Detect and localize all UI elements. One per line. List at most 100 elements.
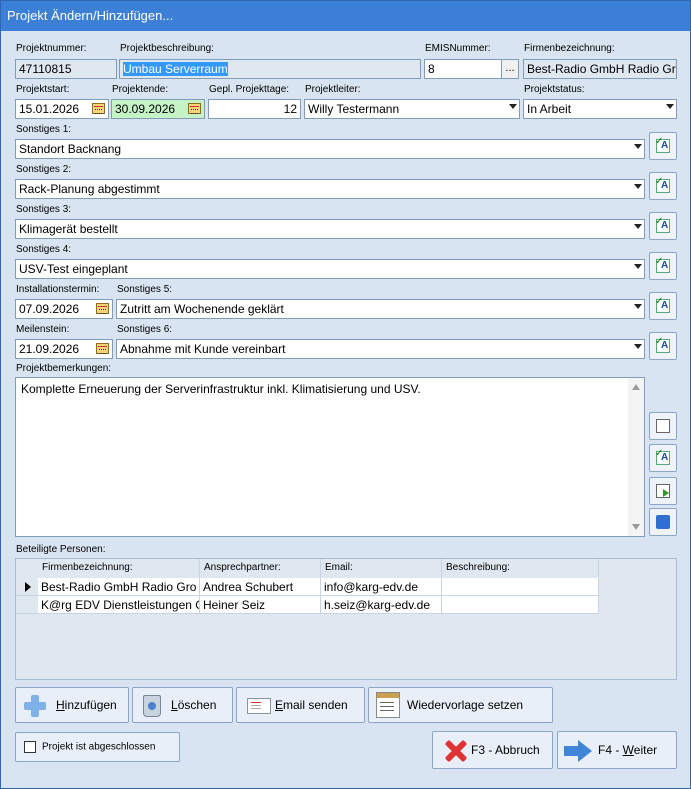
chevron-down-icon	[634, 144, 642, 149]
title-bar[interactable]: Projekt Ändern/Hinzufügen...	[1, 1, 690, 31]
label-projektbeschreibung: Projektbeschreibung:	[120, 43, 214, 54]
meilenstein-date[interactable]: 21.09.2026	[15, 339, 113, 359]
plus-icon	[24, 695, 46, 717]
installationstermin-value: 07.09.2026	[19, 302, 80, 316]
export-button[interactable]	[649, 477, 677, 505]
beteiligte-grid[interactable]: Firmenbezeichnung: Ansprechpartner: Emai…	[15, 558, 677, 680]
projektstatus-select[interactable]: In Arbeit	[523, 99, 677, 119]
label-sonstiges6: Sonstiges 6:	[117, 324, 173, 335]
row-indicator[interactable]	[16, 578, 38, 596]
edit-sonstiges2-button[interactable]	[649, 172, 677, 200]
calendar-icon[interactable]	[96, 303, 109, 314]
vertical-scrollbar[interactable]	[628, 378, 644, 536]
label-projektstart: Projektstart:	[16, 84, 70, 95]
label-sonstiges3: Sonstiges 3:	[16, 204, 72, 215]
table-row-cell[interactable]	[442, 578, 599, 596]
edit-sonstiges4-button[interactable]	[649, 252, 677, 280]
grid-header-firma[interactable]: Firmenbezeichnung:	[38, 559, 200, 577]
scroll-up-icon[interactable]	[632, 384, 640, 390]
table-row-cell[interactable]: info@karg-edv.de	[321, 578, 442, 596]
weiter-button[interactable]: F4 - Weiter	[557, 731, 677, 769]
edit-bemerkungen-button[interactable]	[649, 444, 677, 472]
edit-sonstiges1-button[interactable]	[649, 132, 677, 160]
row-indicator[interactable]	[16, 596, 38, 614]
edit-text-icon	[655, 256, 670, 273]
abgeschlossen-checkbox[interactable]	[24, 741, 36, 753]
label-projektstatus: Projektstatus:	[524, 84, 585, 95]
projektbemerkungen-textarea[interactable]: Komplette Erneuerung der Serverinfrastru…	[15, 377, 645, 537]
emis-browse-button[interactable]: ...	[501, 59, 519, 79]
grid-header-email[interactable]: Email:	[321, 559, 442, 577]
chevron-down-icon	[509, 104, 517, 109]
edit-sonstiges5-button[interactable]	[649, 292, 677, 320]
current-row-icon	[25, 582, 31, 592]
abbruch-label: F3 - Abbruch	[471, 743, 540, 757]
dialog-window: Projekt Ändern/Hinzufügen... Projektnumm…	[0, 0, 691, 789]
projektleiter-select[interactable]: Willy Testermann	[304, 99, 520, 119]
grid-header-beschreibung[interactable]: Beschreibung:	[442, 559, 599, 577]
hinzufuegen-label: Hinzufügen	[56, 698, 117, 712]
calendar-icon[interactable]	[92, 103, 105, 114]
projektstart-date[interactable]: 15.01.2026	[15, 99, 109, 119]
label-meilenstein: Meilenstein:	[16, 324, 70, 335]
chevron-down-icon	[634, 344, 642, 349]
edit-text-icon	[655, 448, 670, 465]
sonstiges6-select[interactable]: Abnahme mit Kunde vereinbart	[116, 339, 645, 359]
copy-icon	[656, 419, 670, 433]
emisnummer-field[interactable]: 8	[424, 59, 502, 79]
projektnummer-field[interactable]: 47110815	[15, 59, 117, 79]
projektstart-value: 15.01.2026	[19, 102, 80, 116]
firmenbezeichnung-field[interactable]: Best-Radio GmbH Radio Gro	[523, 59, 677, 79]
email-senden-button[interactable]: Email senden	[236, 687, 365, 723]
label-firmenbezeichnung: Firmenbezeichnung:	[524, 43, 615, 54]
scroll-down-icon[interactable]	[632, 524, 640, 530]
wiedervorlage-label: Wiedervorlage setzen	[407, 698, 524, 712]
projektstatus-value: In Arbeit	[527, 102, 572, 116]
sonstiges3-select[interactable]: Klimagerät bestellt	[15, 219, 645, 239]
table-row-cell[interactable]	[442, 596, 599, 614]
label-installationstermin: Installationstermin:	[16, 284, 100, 295]
label-projektbemerkungen: Projektbemerkungen:	[16, 363, 112, 374]
sonstiges5-select[interactable]: Zutritt am Wochenende geklärt	[116, 299, 645, 319]
table-row-cell[interactable]: K@rg EDV Dienstleistungen G	[38, 596, 200, 614]
table-row-cell[interactable]: h.seiz@karg-edv.de	[321, 596, 442, 614]
word-button[interactable]	[649, 508, 677, 536]
copy-button[interactable]	[649, 412, 677, 440]
sonstiges3-value: Klimagerät bestellt	[19, 222, 118, 236]
calendar-icon[interactable]	[188, 103, 201, 114]
edit-sonstiges6-button[interactable]	[649, 332, 677, 360]
table-row-cell[interactable]: Heiner Seiz	[200, 596, 321, 614]
label-projektende: Projektende:	[112, 84, 169, 95]
arrow-right-icon	[564, 740, 594, 762]
mail-icon	[247, 698, 271, 714]
chevron-down-icon	[634, 224, 642, 229]
wiedervorlage-button[interactable]: Wiedervorlage setzen	[368, 687, 553, 723]
export-icon	[656, 484, 670, 498]
close-icon	[443, 738, 467, 762]
edit-sonstiges3-button[interactable]	[649, 212, 677, 240]
abgeschlossen-checkbox-container[interactable]: Projekt ist abgeschlossen	[15, 732, 180, 762]
label-beteiligte: Beteiligte Personen:	[16, 544, 106, 555]
sonstiges2-select[interactable]: Rack-Planung abgestimmt	[15, 179, 645, 199]
firmenbezeichnung-value: Best-Radio GmbH Radio Gro	[527, 62, 677, 76]
projektbeschreibung-field[interactable]: Umbau Serverraum	[119, 59, 421, 79]
projektbeschreibung-value: Umbau Serverraum	[123, 62, 228, 76]
projektende-date[interactable]: 30.09.2026	[111, 99, 205, 119]
loeschen-button[interactable]: Löschen	[132, 687, 233, 723]
calendar-icon[interactable]	[96, 343, 109, 354]
table-row-cell[interactable]: Best-Radio GmbH Radio Gro	[38, 578, 200, 596]
projekttage-field[interactable]: 12	[208, 99, 301, 119]
sonstiges4-select[interactable]: USV-Test eingeplant	[15, 259, 645, 279]
sonstiges1-select[interactable]: Standort Backnang	[15, 139, 645, 159]
label-sonstiges1: Sonstiges 1:	[16, 124, 72, 135]
loeschen-label: Löschen	[171, 698, 217, 712]
projektende-value: 30.09.2026	[115, 102, 176, 116]
hinzufuegen-button[interactable]: Hinzufügen	[15, 687, 129, 723]
word-doc-icon	[656, 515, 670, 529]
abbruch-button[interactable]: F3 - Abbruch	[432, 731, 553, 769]
emisnummer-value: 8	[428, 62, 435, 76]
table-row-cell[interactable]: Andrea Schubert	[200, 578, 321, 596]
installationstermin-date[interactable]: 07.09.2026	[15, 299, 113, 319]
grid-header-ansprechpartner[interactable]: Ansprechpartner:	[200, 559, 321, 577]
label-projekttage: Gepl. Projekttage:	[209, 84, 290, 95]
